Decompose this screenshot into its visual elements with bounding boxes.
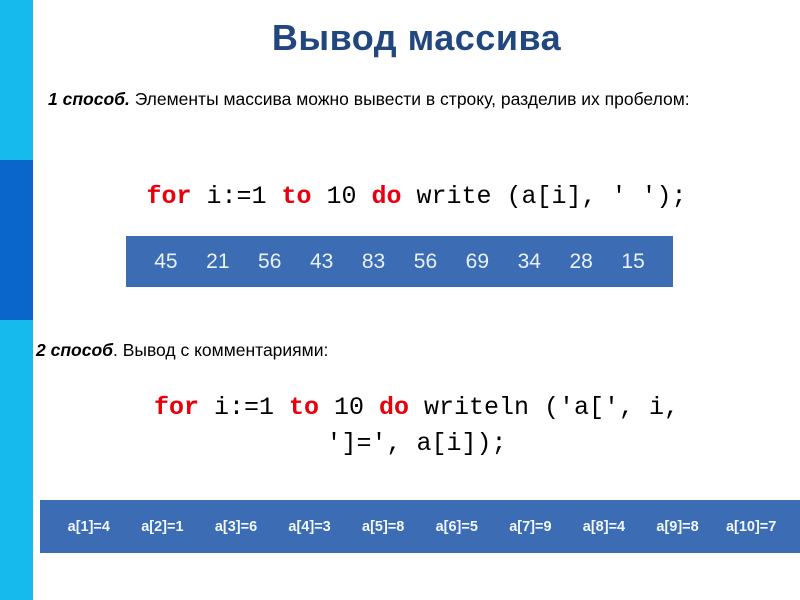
keyword-do-2: do (379, 393, 410, 422)
method-2-lead: 2 способ (36, 340, 113, 360)
array-value-cell: 34 (517, 249, 541, 273)
code-fragment-1: i:=1 (191, 182, 282, 211)
method-1-lead: 1 способ. (48, 89, 130, 109)
slide-content: Вывод массива 1 способ. Элементы массива… (33, 0, 800, 600)
method-2-description: 2 способ. Вывод с комментариями: (36, 338, 636, 363)
array-value-cell: 56 (413, 249, 438, 273)
array-pair-cell: a[1]=4 (67, 518, 110, 535)
array-pair-cell: a[4]=3 (288, 518, 331, 535)
array-value-cell: 28 (569, 249, 593, 273)
keyword-to-2: to (288, 393, 319, 422)
array-value-cell: 21 (206, 249, 230, 273)
method-2-code: for i:=1 to 10 do writeln ('a[', i, ']=',… (33, 390, 800, 462)
array-value-cell: 69 (465, 249, 490, 273)
array-pair-cell: a[9]=8 (656, 518, 699, 535)
sidebar-segment-top (0, 0, 33, 160)
array-value-cell: 56 (258, 249, 282, 273)
code2-fragment-1: i:=1 (198, 393, 289, 422)
array-pair-cell: a[7]=9 (509, 518, 552, 535)
keyword-to: to (281, 182, 312, 211)
method-2-text: . Вывод с комментариями: (112, 340, 329, 360)
page-title: Вывод массива (271, 17, 562, 58)
keyword-for: for (146, 182, 192, 211)
array-value-cell: 43 (309, 249, 334, 273)
array-values-output-box: 45 21 56 43 83 56 69 34 28 15 (126, 236, 673, 287)
method-1-description: 1 способ. Элементы массива можно вывести… (48, 87, 788, 112)
code2-fragment-2: 10 (318, 393, 379, 422)
array-pair-cell: a[6]=5 (435, 518, 478, 535)
method-1-code: for i:=1 to 10 do write (a[i], ' '); (33, 181, 800, 213)
array-value-cell: 83 (361, 249, 386, 273)
keyword-for-2: for (153, 393, 199, 422)
code-fragment-2: 10 (311, 182, 372, 211)
array-value-cell: 45 (154, 249, 178, 273)
method-1-text: Элементы массива можно вывести в строку,… (129, 89, 690, 109)
array-pair-cell: a[8]=4 (582, 518, 626, 535)
code2-line-2: ']=', a[i]); (326, 429, 507, 458)
decorative-sidebar (0, 0, 33, 600)
array-pair-cell: a[5]=8 (362, 518, 405, 535)
array-pair-cell: a[3]=6 (214, 518, 258, 535)
array-value-cell: 15 (621, 249, 645, 273)
sidebar-segment-bottom (0, 320, 33, 600)
sidebar-segment-middle (0, 160, 33, 320)
array-comments-output-box: a[1]=4 a[2]=1 a[3]=6 a[4]=3 a[5]=8 a[6]=5 a[7]… (40, 500, 800, 553)
keyword-do: do (371, 182, 402, 211)
array-pair-cell: a[10]=7 (725, 518, 777, 535)
code2-fragment-3: writeln ('a[', i, (409, 393, 680, 422)
code-fragment-3: write (a[i], ' '); (401, 182, 687, 211)
array-pair-cell: a[2]=1 (141, 518, 184, 535)
